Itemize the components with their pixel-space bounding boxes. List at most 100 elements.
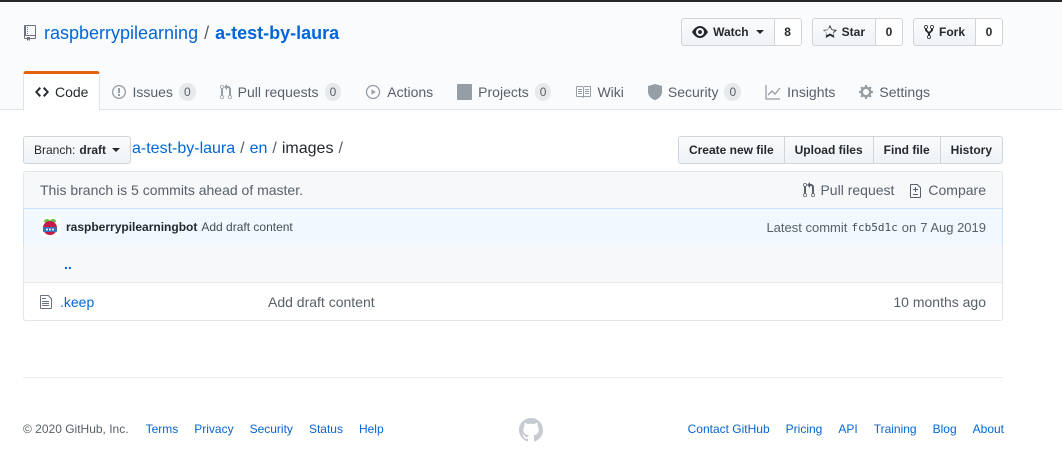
create-new-file-button[interactable]: Create new file (677, 136, 785, 164)
tab-settings[interactable]: Settings (847, 71, 942, 111)
breadcrumb-repo-link[interactable]: a-test-by-laura (132, 140, 235, 158)
breadcrumb-current: images (281, 140, 334, 157)
tab-insights-label: Insights (787, 84, 836, 100)
tab-actions-label: Actions (387, 84, 434, 100)
up-tree-row: .. (24, 245, 1002, 283)
star-button[interactable]: Star (811, 18, 876, 46)
repo-title: raspberrypilearning / a-test-by-laura (24, 20, 339, 46)
branch-infobar: This branch is 5 commits ahead of master… (23, 171, 1003, 209)
upload-files-button[interactable]: Upload files (783, 136, 874, 164)
commit-sha[interactable]: fcb5d1c (851, 221, 897, 234)
breadcrumb-separator: / (272, 140, 277, 157)
footer-link-status[interactable]: Status (309, 422, 343, 436)
tab-wiki-label: Wiki (597, 84, 624, 100)
watch-label: Watch (713, 25, 749, 39)
footer-link-security[interactable]: Security (250, 422, 293, 436)
chevron-down-icon (112, 148, 121, 152)
fork-button[interactable]: Fork (912, 18, 976, 46)
shield-icon (647, 84, 662, 100)
branch-select-button[interactable]: Branch: draft (23, 136, 132, 164)
footer: © 2020 GitHub, Inc. Terms Privacy Securi… (23, 420, 1004, 438)
file-commit-message[interactable]: Add draft content (268, 294, 375, 310)
chevron-down-icon (755, 30, 764, 34)
pull-requests-counter: 0 (324, 83, 342, 101)
commit-message[interactable]: Add draft content (201, 220, 292, 234)
github-logo-icon[interactable] (519, 418, 543, 442)
breadcrumb-separator: / (338, 140, 343, 157)
repo-header: raspberrypilearning / a-test-by-laura Wa… (0, 2, 1062, 111)
history-button[interactable]: History (939, 136, 1003, 164)
commit-date: 7 Aug 2019 (920, 219, 986, 235)
tab-insights[interactable]: Insights (753, 71, 847, 111)
branch-info-actions: Pull request Compare (803, 182, 986, 198)
footer-link-terms[interactable]: Terms (146, 422, 179, 436)
tab-code-label: Code (55, 84, 89, 100)
footer-link-help[interactable]: Help (359, 422, 384, 436)
footer-link-training[interactable]: Training (874, 422, 917, 436)
footer-link-contact[interactable]: Contact GitHub (688, 422, 770, 436)
footer-link-blog[interactable]: Blog (933, 422, 957, 436)
tab-settings-label: Settings (879, 84, 930, 100)
tab-security[interactable]: Security 0 (636, 71, 753, 111)
file-navigation: Branch: draft a-test-by-laura / en / ima… (23, 136, 1003, 164)
tab-projects[interactable]: Projects 0 (445, 71, 563, 111)
fork-label: Fork (938, 25, 965, 39)
tab-wiki[interactable]: Wiki (563, 71, 635, 111)
pull-request-link[interactable]: Pull request (803, 182, 894, 198)
graph-icon (765, 85, 781, 100)
branch-name: draft (79, 143, 107, 157)
pull-request-label: Pull request (820, 182, 895, 198)
table-row: .keep Add draft content 10 months ago (24, 283, 1002, 320)
commit-author[interactable]: raspberrypilearningbot (66, 220, 197, 234)
footer-link-pricing[interactable]: Pricing (786, 422, 823, 436)
footer-right-links: Contact GitHub Pricing API Training Blog… (672, 422, 1004, 436)
footer-link-about[interactable]: About (973, 422, 1004, 436)
tab-projects-label: Projects (478, 84, 529, 100)
fork-count[interactable]: 0 (976, 18, 1003, 46)
file-name-link[interactable]: .keep (60, 294, 268, 310)
branch-prefix: Branch: (34, 143, 76, 157)
breadcrumb-separator: / (240, 140, 245, 157)
avatar[interactable] (40, 217, 60, 237)
latest-commit-label: Latest commit (766, 219, 848, 235)
file-icon (40, 294, 52, 309)
file-list: .. .keep Add draft content 10 months ago (23, 245, 1003, 321)
pull-request-icon (219, 84, 232, 100)
star-label: Star (841, 25, 865, 39)
gear-icon (859, 85, 874, 99)
eye-icon (692, 26, 709, 38)
star-icon (822, 25, 837, 38)
star-group: Star 0 (811, 18, 903, 46)
up-directory-link[interactable]: .. (64, 256, 72, 272)
compare-link[interactable]: Compare (910, 182, 986, 198)
footer-link-privacy[interactable]: Privacy (194, 422, 233, 436)
repo-tabs: Code Issues 0 Pull requests 0 Actions Pr… (23, 71, 942, 111)
repo-name-link[interactable]: a-test-by-laura (215, 23, 339, 44)
watch-button[interactable]: Watch (681, 18, 775, 46)
projects-counter: 0 (534, 83, 552, 101)
footer-copyright: © 2020 GitHub, Inc. (23, 422, 129, 436)
find-file-button[interactable]: Find file (872, 136, 941, 164)
breadcrumb: a-test-by-laura / en / images / (132, 140, 348, 158)
watch-count[interactable]: 8 (774, 18, 802, 46)
tab-code[interactable]: Code (23, 71, 101, 111)
tab-issues[interactable]: Issues 0 (100, 71, 207, 111)
star-count[interactable]: 0 (875, 18, 903, 46)
file-nav-buttons: Create new file Upload files Find file H… (677, 136, 1003, 164)
fork-icon (923, 24, 934, 40)
repo-icon (24, 25, 36, 41)
breadcrumb-dir-link[interactable]: en (250, 140, 268, 158)
code-icon (35, 87, 49, 97)
latest-commit: Latest commit fcb5d1c on 7 Aug 2019 (766, 220, 986, 235)
issues-counter: 0 (178, 83, 196, 101)
fork-group: Fork 0 (912, 18, 1003, 46)
repo-owner-link[interactable]: raspberrypilearning (44, 23, 198, 44)
tab-actions[interactable]: Actions (353, 71, 445, 111)
footer-divider (23, 377, 1003, 378)
diff-icon (910, 184, 922, 198)
watch-group: Watch 8 (681, 18, 802, 46)
footer-link-api[interactable]: API (838, 422, 857, 436)
compare-label: Compare (928, 182, 986, 198)
tab-pull-requests[interactable]: Pull requests 0 (208, 71, 354, 111)
pull-request-icon (803, 182, 816, 197)
